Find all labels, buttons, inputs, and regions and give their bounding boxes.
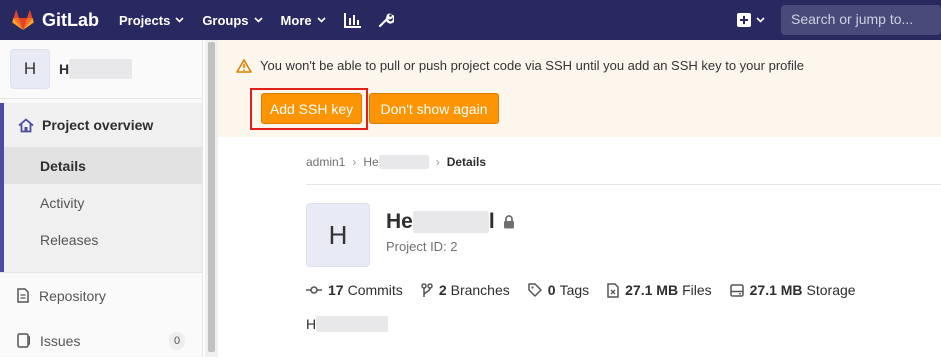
breadcrumb-item-current: Details [446,155,487,169]
sidebar-project-name-text: H [59,61,70,77]
activity-chart-icon[interactable] [343,12,362,28]
sidebar-scrollbar[interactable] [205,40,218,357]
main-content: You won't be able to pull or push projec… [218,40,941,357]
sidebar-item-label: Activity [40,194,85,211]
stat-branches[interactable]: 2 Branches [421,282,510,298]
alert-message: You won't be able to pull or push projec… [236,58,804,73]
project-description: H [306,316,389,332]
sidebar-project-name: H [59,59,133,79]
breadcrumb-item-user[interactable]: admin1 [306,155,345,169]
breadcrumb: admin1 › He › Details [306,155,486,169]
stat-value: 27.1 MB [749,282,803,298]
sidebar-item-label: Releases [40,231,99,248]
file-icon [17,288,29,303]
brand-name: GitLab [42,9,99,30]
stat-value: 27.1 MB [625,282,679,298]
stat-label: Storage [806,282,856,298]
tag-icon [528,283,542,297]
project-title: He l [386,210,515,234]
branch-icon [421,282,433,297]
sidebar-item-label: Repository [39,287,106,304]
issues-count-badge: 0 [169,332,185,350]
top-right-area: Search or jump to... [737,0,941,40]
disk-icon [729,283,744,297]
redacted-block [378,155,429,169]
search-input[interactable]: Search or jump to... [781,5,941,35]
stat-files[interactable]: 27.1 MB Files [607,282,712,298]
stat-storage[interactable]: 27.1 MB Storage [729,282,856,298]
gitlab-fox-icon [12,10,34,30]
scrollbar-thumb[interactable] [208,42,215,352]
nav-projects[interactable]: Projects [119,13,184,28]
issues-icon [17,333,30,348]
ssh-key-warning-alert: You won't be able to pull or push projec… [218,40,941,137]
top-navbar: GitLab Projects Groups More Search or ju… [0,0,941,40]
chevron-right-icon: › [352,155,357,169]
sidebar-item-label: Details [40,157,86,174]
chevron-down-icon [253,17,263,23]
breadcrumb-item-project[interactable]: He [363,155,378,169]
redacted-block [316,316,389,332]
home-icon [18,117,34,132]
dont-show-again-button[interactable]: Don't show again [369,93,499,124]
stat-commits[interactable]: 17 Commits [306,282,403,298]
nav-groups[interactable]: Groups [202,12,263,28]
sidebar-item-repository[interactable]: Repository [0,273,202,318]
alert-message-text: You won't be able to pull or push projec… [260,58,804,73]
sidebar-item-releases[interactable]: Releases [4,221,202,258]
sidebar-item-label: Issues [40,332,81,349]
sidebar-item-project-overview[interactable]: Project overview [4,103,202,147]
chevron-down-icon [175,17,184,23]
sidebar-item-issues[interactable]: Issues 0 [0,318,202,363]
redacted-block [69,59,133,79]
stat-value: 2 [438,282,447,298]
nav-groups-label: Groups [202,12,249,28]
nav-more-label: More [280,12,312,28]
file-zip-icon [607,282,619,298]
project-avatar-large: H [306,203,370,267]
project-title-text: He [386,210,413,233]
redacted-block [412,211,489,233]
project-description-text: H [306,316,317,332]
stat-label: Branches [450,282,510,298]
wrench-icon[interactable] [378,12,394,28]
add-ssh-key-button[interactable]: Add SSH key [261,93,362,124]
commit-icon [306,286,322,294]
chevron-right-icon: › [435,155,440,169]
project-stats: 17 Commits 2 Branches 0 Tags 27.1 MB Fil… [306,282,874,298]
main-nav: Projects Groups More [119,12,410,28]
stat-label: Commits [347,282,403,298]
sidebar-section-project-overview: Project overview Details Activity Releas… [0,103,202,272]
sidebar-item-details[interactable]: Details [4,147,202,184]
project-id: Project ID: 2 [386,239,458,254]
chevron-down-icon [317,17,326,23]
nav-projects-label: Projects [119,12,171,28]
sidebar-item-activity[interactable]: Activity [4,184,202,221]
plus-square-icon [737,13,751,27]
stat-label: Tags [559,282,590,298]
breadcrumb-divider [306,184,941,185]
stat-label: Files [682,282,712,298]
project-title-tail: l [488,210,495,233]
warning-icon [236,58,252,73]
stat-tags[interactable]: 0 Tags [528,282,589,298]
sidebar-divider [0,98,202,99]
stat-value: 17 [328,282,344,298]
nav-more[interactable]: More [281,13,326,28]
project-avatar: H [10,49,50,89]
chevron-down-icon [756,17,765,23]
project-sidebar: H H Project overview Details Activity Re… [0,40,203,357]
new-item-dropdown[interactable] [737,13,765,27]
lock-icon [503,215,514,229]
stat-value: 0 [547,282,556,298]
sidebar-project-header[interactable]: H H [0,40,202,98]
gitlab-logo[interactable]: GitLab [12,10,99,31]
sidebar-item-label: Project overview [42,117,154,133]
